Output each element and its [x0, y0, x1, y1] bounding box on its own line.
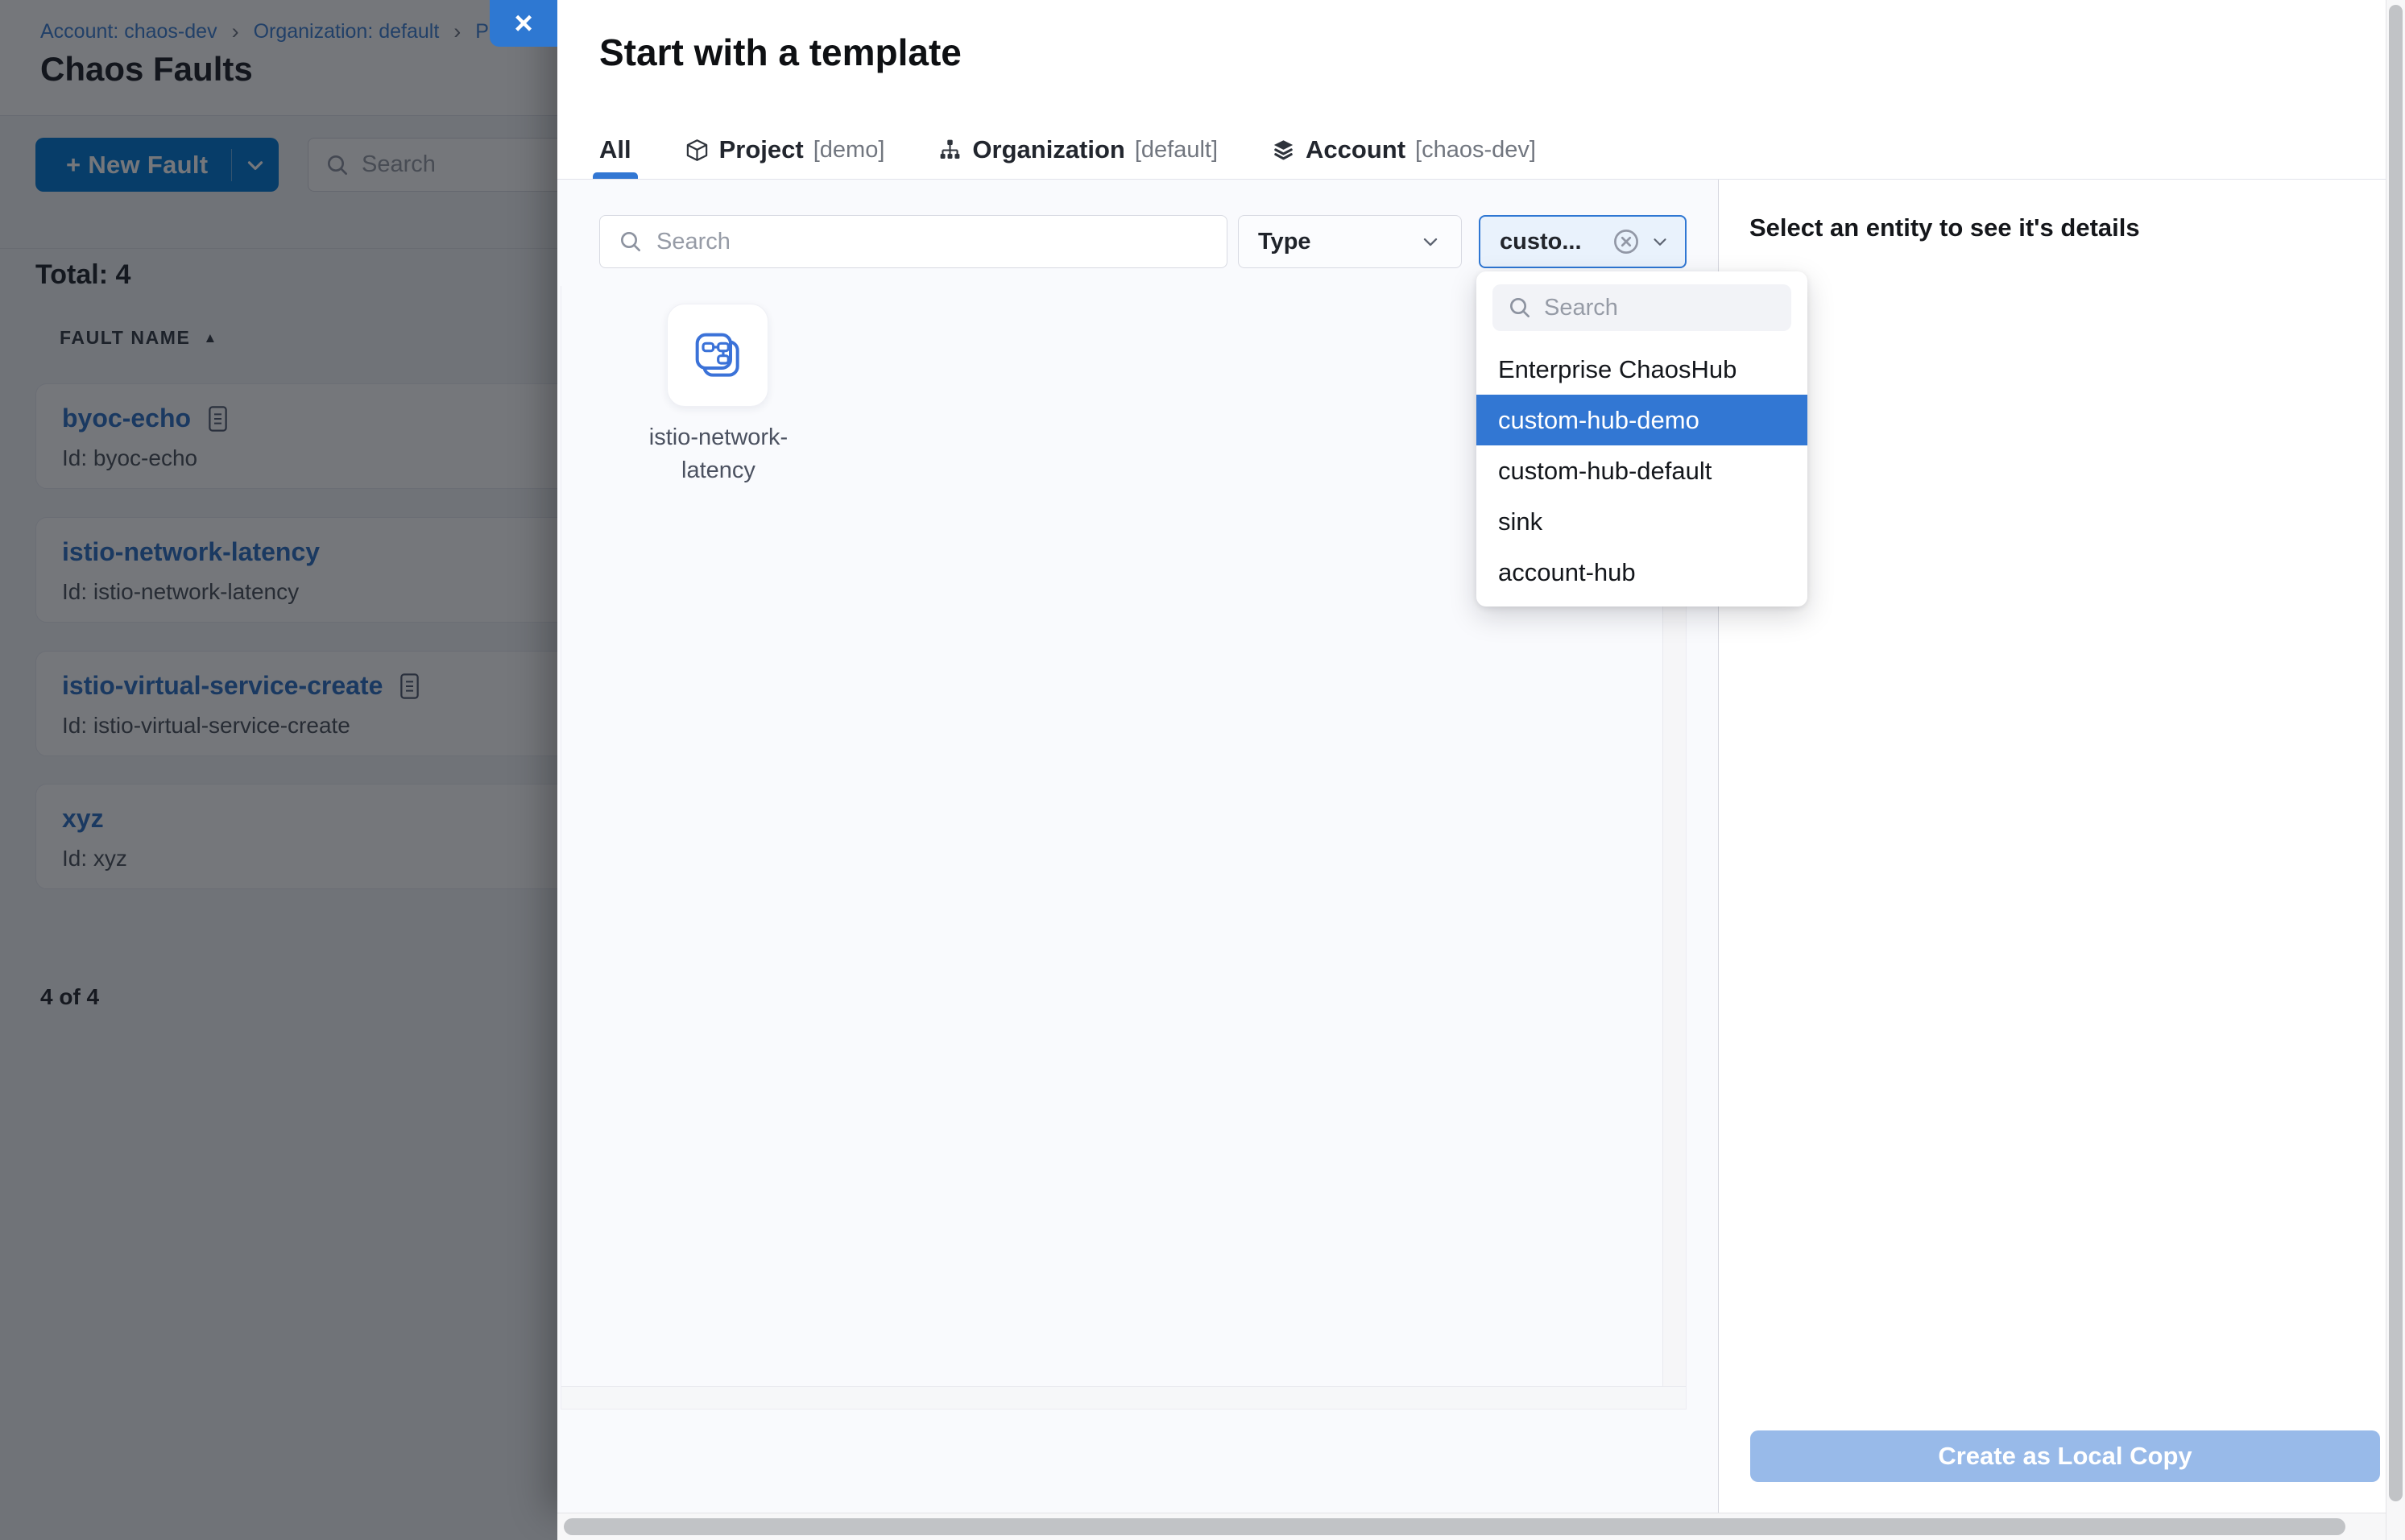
tab-scope: [demo] — [813, 137, 885, 164]
horizontal-scrollbar-thumb[interactable] — [564, 1518, 2345, 1535]
tab-label: Organization — [972, 135, 1124, 164]
template-modal: × Start with a template All Project [dem… — [557, 0, 2386, 1513]
horizontal-scrollbar[interactable] — [557, 1513, 2386, 1540]
template-search-input[interactable] — [656, 229, 1209, 255]
clear-filter-icon[interactable] — [1611, 226, 1641, 257]
modal-title: Start with a template — [599, 31, 962, 74]
type-filter-dropdown[interactable]: Type — [1238, 215, 1462, 268]
app-screen: Account: chaos-dev › Organization: defau… — [0, 0, 2405, 1540]
hub-option-sink[interactable]: sink — [1476, 496, 1807, 547]
modal-content: Type custo... — [557, 180, 2386, 1513]
hub-option-custom-hub-default[interactable]: custom-hub-default — [1476, 445, 1807, 496]
details-placeholder: Select an entity to see it's details — [1749, 213, 2140, 242]
hub-filter-dropdown[interactable]: custo... — [1479, 215, 1687, 268]
workflow-template-icon — [692, 329, 743, 381]
details-pane: Select an entity to see it's details Cre… — [1719, 180, 2386, 1513]
tab-label: Account — [1306, 135, 1405, 164]
org-chart-icon — [938, 138, 962, 163]
close-button[interactable]: × — [490, 0, 557, 47]
close-icon: × — [514, 6, 532, 42]
create-local-copy-button[interactable]: Create as Local Copy — [1750, 1430, 2380, 1482]
tab-label: All — [599, 135, 631, 164]
search-icon — [1507, 295, 1533, 321]
chevron-down-icon — [1650, 231, 1670, 252]
tab-project[interactable]: Project [demo] — [685, 121, 885, 179]
hub-option-custom-hub-demo[interactable]: custom-hub-demo — [1476, 395, 1807, 445]
grid-horizontal-scrollbar[interactable] — [561, 1386, 1686, 1409]
hub-dropdown-search-box[interactable] — [1492, 284, 1791, 331]
tab-label: Project — [719, 135, 804, 164]
tab-scope: [default] — [1135, 137, 1218, 164]
tab-account[interactable]: Account [chaos-dev] — [1271, 121, 1536, 179]
template-search-box[interactable] — [599, 215, 1227, 268]
vertical-scrollbar-thumb[interactable] — [2389, 5, 2403, 1501]
hub-option-account-hub[interactable]: account-hub — [1476, 547, 1807, 598]
layers-icon — [1271, 138, 1296, 163]
tab-all[interactable]: All — [599, 121, 631, 179]
cube-icon — [685, 138, 710, 163]
hub-filter-value: custo... — [1500, 229, 1582, 255]
hub-dropdown-search-input[interactable] — [1544, 295, 1777, 321]
template-card-label[interactable]: istio-network-latency — [633, 421, 804, 487]
chevron-down-icon — [1419, 230, 1442, 253]
hub-option-enterprise-chaoshub[interactable]: Enterprise ChaosHub — [1476, 344, 1807, 395]
vertical-scrollbar[interactable] — [2386, 0, 2405, 1540]
tab-organization[interactable]: Organization [default] — [938, 121, 1218, 179]
scope-tabs: All Project [demo] Organization [default… — [599, 121, 1536, 179]
type-filter-label: Type — [1258, 229, 1311, 255]
hub-dropdown-menu: Enterprise ChaosHub custom-hub-demo cust… — [1476, 271, 1807, 606]
search-icon — [618, 229, 644, 255]
tab-scope: [chaos-dev] — [1415, 137, 1536, 164]
template-card[interactable] — [667, 304, 768, 407]
